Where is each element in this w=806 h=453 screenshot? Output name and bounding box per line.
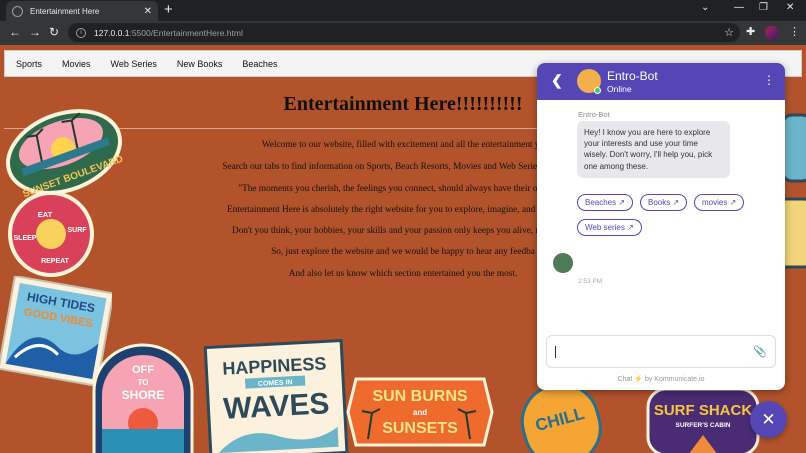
chat-header: ❮ Entro-Bot Online ⋮ [537, 63, 785, 100]
forward-icon[interactable]: → [29, 25, 41, 39]
nav-web-series[interactable]: Web Series [111, 59, 157, 69]
quick-reply-label: Web series [585, 223, 625, 232]
online-dot-icon [594, 87, 601, 94]
browser-tab[interactable]: Entertainment Here ✕ [6, 1, 158, 21]
sticker-text: SLEEP [14, 235, 37, 242]
bolt-icon: ⚡ [634, 376, 643, 383]
sticker-text: SUNSETS [382, 420, 458, 437]
sticker-text: OFF [132, 364, 154, 376]
nav-new-books[interactable]: New Books [177, 59, 223, 69]
powered-suffix: by Kommunicate.io [644, 376, 705, 383]
surf-shack-sticker: SURF SHACK SURFER'S CABIN [646, 387, 760, 453]
browser-tabstrip: Entertainment Here ✕ + ⌄ — ❐ ✕ [0, 0, 806, 21]
bot-name: Entro-Bot [607, 69, 658, 83]
browser-toolbar: ← → ↻ i 127.0.0.1 :5500/EntertainmentHer… [0, 21, 806, 45]
nav-movies[interactable]: Movies [62, 59, 91, 69]
close-window-icon[interactable]: ✕ [786, 2, 794, 13]
bot-status: Online [607, 84, 632, 94]
minimize-icon[interactable]: — [734, 2, 744, 13]
back-icon[interactable]: ← [9, 25, 21, 39]
conversation: Entro-Bot Hey! I know you are here to ex… [537, 100, 785, 330]
sticker-text: SUN BURNS [372, 388, 467, 405]
nav-sports[interactable]: Sports [16, 59, 42, 69]
bot-message: Hey! I know you are here to explore your… [577, 121, 730, 178]
tab-title: Entertainment Here [30, 6, 100, 16]
profile-avatar[interactable] [765, 26, 779, 40]
external-link-icon: ↗ [618, 198, 626, 207]
message-sender: Entro-Bot [578, 110, 610, 119]
text-caret [555, 346, 556, 358]
close-chat-button[interactable]: ✕ [750, 401, 787, 438]
sticker-text: REPEAT [41, 258, 70, 265]
reload-icon[interactable]: ↻ [49, 25, 59, 39]
powered-by: Chat ⚡ by Kommunicate.io [537, 375, 785, 383]
sunset-boulevard-sticker: SUNSET BOULEVARD [5, 109, 125, 200]
nav-beaches[interactable]: Beaches [242, 59, 277, 69]
browser-menu-icon[interactable]: ⋮ [789, 25, 800, 38]
bot-avatar-small [553, 253, 573, 273]
info-icon[interactable]: i [76, 27, 86, 38]
powered-prefix: Chat [617, 376, 633, 383]
message-input[interactable]: 📎 [546, 335, 776, 368]
quick-reply-label: Beaches [585, 198, 617, 207]
message-time: 2:53 PM [578, 278, 603, 285]
external-link-icon: ↗ [729, 198, 737, 207]
new-tab-icon[interactable]: + [164, 2, 173, 18]
chat-window: ❮ Entro-Bot Online ⋮ Entro-Bot Hey! I kn… [537, 63, 785, 390]
back-arrow-icon[interactable]: ❮ [551, 72, 563, 89]
sticker-text: SURFER'S CABIN [676, 422, 731, 429]
quick-reply-label: Books [648, 198, 671, 207]
quick-reply-label: movies [702, 198, 728, 207]
sticker-text: and [413, 408, 427, 417]
sticker-text: WAVES [223, 387, 331, 426]
eat-sleep-surf-sticker: EAT SLEEP SURF REPEAT [8, 191, 94, 277]
url-path: :5500/EntertainmentHere.html [129, 27, 243, 38]
sticker-text: SHORE [122, 388, 165, 402]
external-link-icon: ↗ [672, 198, 680, 207]
sun-burns-sunsets-sticker: SUN BURNS and SUNSETS [346, 377, 494, 447]
off-to-shore-sticker: OFF TO SHORE [92, 343, 194, 453]
sticker-text: SURF SHACK [654, 402, 753, 419]
restore-icon[interactable]: ❐ [759, 2, 768, 13]
sticker-text: EAT [38, 210, 53, 219]
quick-reply-beaches[interactable]: Beaches ↗ [577, 194, 634, 211]
sticker-text: SURF [67, 227, 87, 234]
url-host: 127.0.0.1 [94, 27, 130, 38]
quick-reply-web-series[interactable]: Web series ↗ [577, 219, 642, 236]
sticker-text: TO [138, 378, 149, 387]
more-options-icon[interactable]: ⋮ [763, 73, 775, 87]
chill-sticker: CHILL [520, 385, 602, 453]
extensions-icon[interactable]: ✚ [746, 25, 755, 38]
globe-icon [12, 5, 23, 17]
external-link-icon: ↗ [627, 223, 634, 232]
tab-search-icon[interactable]: ⌄ [701, 2, 709, 13]
bookmark-star-icon[interactable]: ☆ [724, 26, 734, 39]
address-bar[interactable]: i 127.0.0.1 :5500/EntertainmentHere.html… [68, 23, 740, 42]
quick-reply-movies[interactable]: movies ↗ [694, 194, 745, 211]
attachment-icon[interactable]: 📎 [753, 345, 767, 358]
happiness-waves-sticker: HAPPINESS COMES IN WAVES [203, 338, 349, 453]
close-tab-icon[interactable]: ✕ [144, 6, 152, 17]
quick-reply-books[interactable]: Books ↗ [640, 194, 688, 211]
